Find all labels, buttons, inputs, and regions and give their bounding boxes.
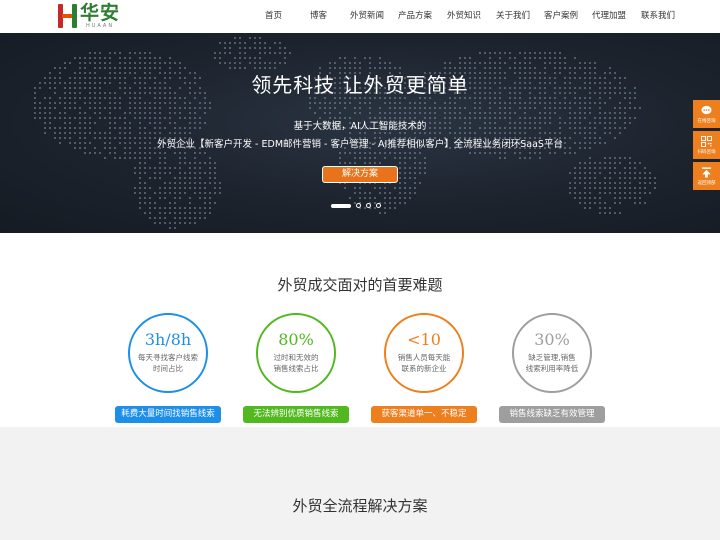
problem-tag: 无法辨别优质销售线索 <box>243 406 349 423</box>
problem-stat-desc: 缺乏管理,销售 <box>528 353 576 362</box>
carousel-indicators <box>331 203 386 208</box>
side-label: 在线咨询 <box>697 118 716 124</box>
problem-stat-desc: 线索利用率降低 <box>525 364 579 373</box>
problem-stat-circle: 30% 缺乏管理,销售 线索利用率降低 <box>512 313 592 393</box>
nav-item-news[interactable]: 外贸新闻 <box>350 0 384 33</box>
logo-subtext: HUAAN <box>85 23 115 29</box>
side-label: 返回顶部 <box>697 180 716 186</box>
site-logo[interactable]: 华安 HUAAN <box>58 2 120 30</box>
problem-stat-circle: <10 销售人员每天能 联系的新企业 <box>384 313 464 393</box>
problem-stat-value: <10 <box>407 330 441 349</box>
problem-tag: 耗费大量时间找销售线索 <box>115 406 221 423</box>
nav-item-knowledge[interactable]: 外贸知识 <box>447 0 481 33</box>
solutions-section <box>0 427 720 540</box>
banner-title: 领先科技 让外贸更简单 <box>251 73 469 97</box>
side-back-to-top[interactable]: 返回顶部 <box>693 162 720 190</box>
site-header: 华安 HUAAN 首页 博客 外贸新闻 产品方案 外贸知识 关于我们 客户案例 … <box>0 0 720 33</box>
carousel-dot-1[interactable] <box>331 203 351 208</box>
logo-mark-icon <box>58 4 77 28</box>
problem-stat-value: 30% <box>534 330 570 349</box>
nav-item-home[interactable]: 首页 <box>265 0 282 33</box>
problem-tag: 获客渠道单一、不稳定 <box>371 406 477 423</box>
carousel-dot-2[interactable] <box>356 203 361 208</box>
chat-icon <box>701 105 712 114</box>
problem-stat-desc: 销售人员每天能 <box>397 353 451 362</box>
arrow-up-icon <box>701 166 712 178</box>
problems-section-title: 外贸成交面对的首要难题 <box>277 276 443 294</box>
solutions-section-title: 外贸全流程解决方案 <box>292 497 428 515</box>
problem-stat-value: 3h/8h <box>144 330 192 349</box>
banner-subtitle-1: 基于大数据，AI人工智能技术的 <box>293 121 427 132</box>
nav-item-blog[interactable]: 博客 <box>310 0 327 33</box>
problem-stat-desc: 销售线索占比 <box>273 364 319 373</box>
problem-stat-circle: 80% 过时和无效的 销售线索占比 <box>256 313 336 393</box>
solutions-button[interactable]: 解决方案 <box>322 166 398 183</box>
side-label: 扫码咨询 <box>697 149 716 155</box>
logo-text: 华安 <box>80 2 121 24</box>
problem-stat-value: 80% <box>278 330 314 349</box>
carousel-dot-3[interactable] <box>366 203 371 208</box>
qrcode-icon <box>701 135 712 147</box>
nav-item-about[interactable]: 关于我们 <box>496 0 530 33</box>
nav-item-agency[interactable]: 代理加盟 <box>592 0 626 33</box>
nav-item-products[interactable]: 产品方案 <box>398 0 432 33</box>
hero-banner: 领先科技 让外贸更简单 基于大数据，AI人工智能技术的 外贸企业【新客户开发 -… <box>0 33 720 233</box>
problem-stat-desc: 联系的新企业 <box>401 364 447 373</box>
side-online-consult[interactable]: 在线咨询 <box>693 100 720 128</box>
nav-item-contact[interactable]: 联系我们 <box>641 0 675 33</box>
side-qrcode[interactable]: 扫码咨询 <box>693 131 720 159</box>
banner-subtitle-2: 外贸企业【新客户开发 - EDM邮件营销 - 客户管理 - AI推荐相似客户】全… <box>157 139 563 150</box>
problem-stat-desc: 过时和无效的 <box>273 353 319 362</box>
problem-stat-desc: 时间占比 <box>153 364 183 373</box>
problem-stat-desc: 每天寻找客户线索 <box>138 353 198 362</box>
carousel-dot-4[interactable] <box>376 203 381 208</box>
problem-tag: 销售线索缺乏有效管理 <box>499 406 605 423</box>
nav-item-cases[interactable]: 客户案例 <box>544 0 578 33</box>
problem-stat-circle: 3h/8h 每天寻找客户线索 时间占比 <box>128 313 208 393</box>
